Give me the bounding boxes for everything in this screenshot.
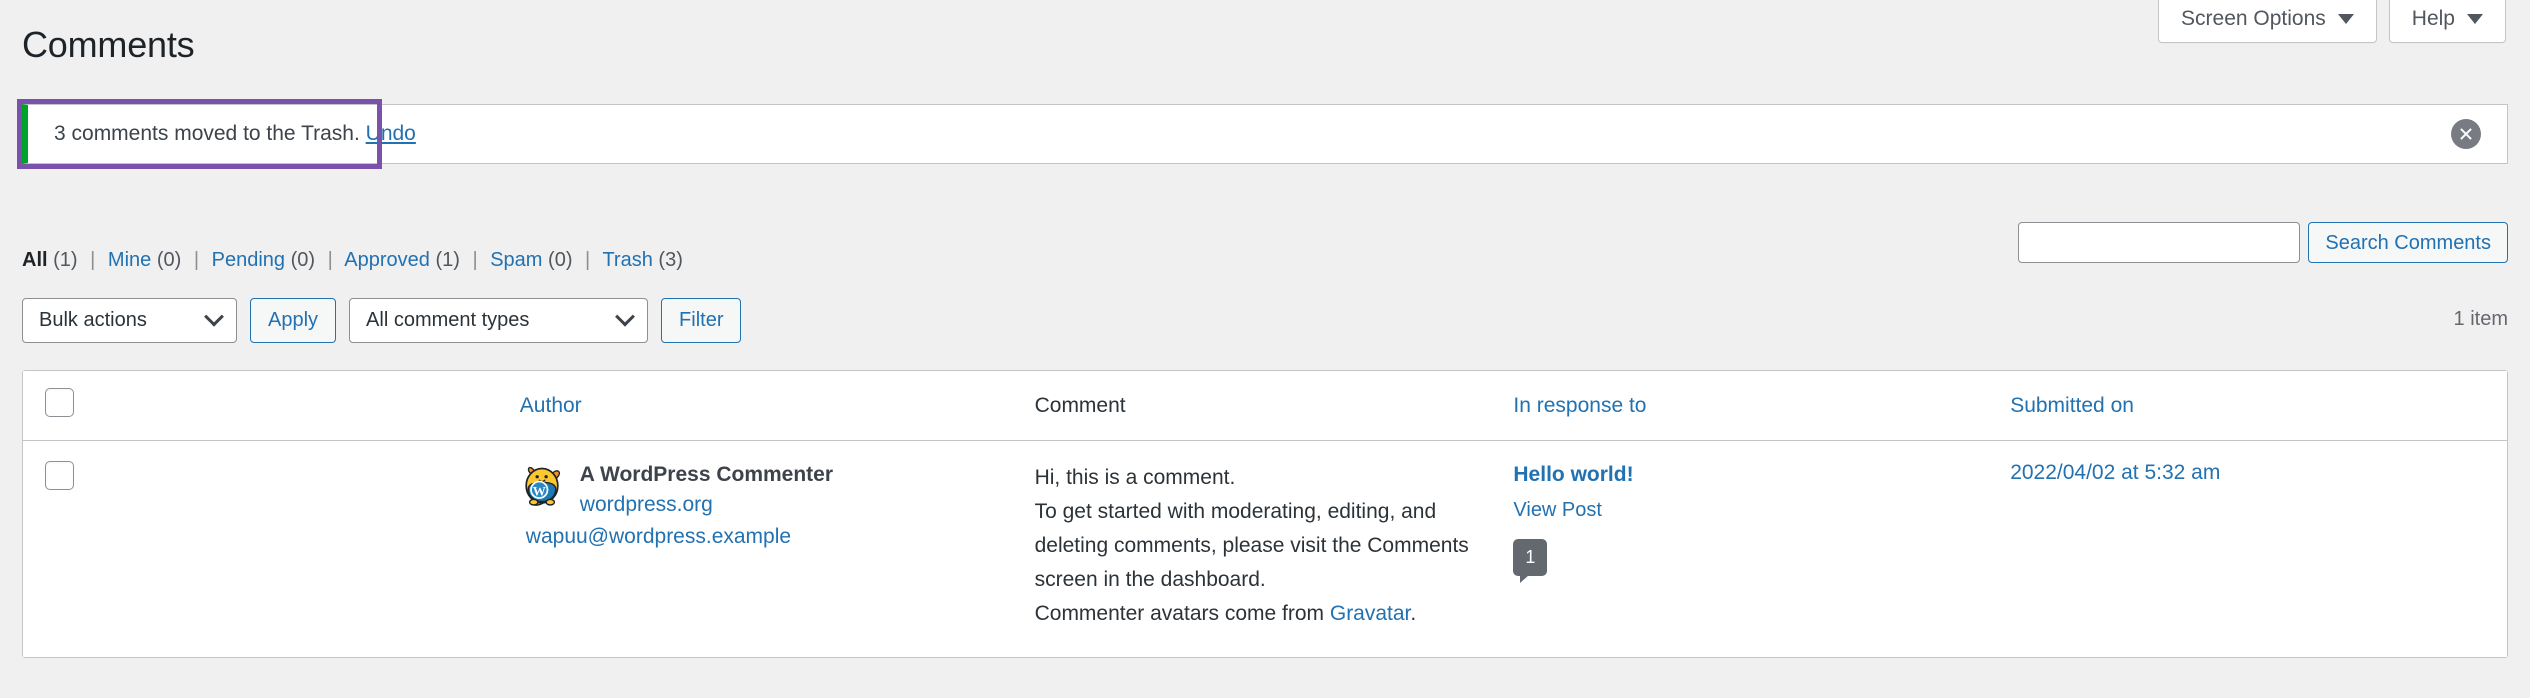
filter-count-mine: (0)	[156, 249, 182, 271]
sort-date-link[interactable]: Submitted on	[2010, 394, 2134, 417]
filter-link-all[interactable]: All	[22, 249, 48, 271]
chevron-down-icon	[204, 306, 224, 327]
comment-types-select[interactable]: All comment types	[349, 298, 649, 343]
comment-types-label: All comment types	[366, 309, 530, 331]
filter-button[interactable]: Filter	[661, 298, 742, 343]
comment-line-3-prefix: Commenter avatars come from	[1034, 602, 1330, 626]
comments-table: Author Comment In response to Submitted …	[22, 370, 2508, 659]
filter-count-approved: (1)	[435, 249, 460, 271]
table-body: W A WordPress Commenter wordpress.org wa…	[23, 441, 2507, 658]
undo-link[interactable]: Undo	[366, 122, 416, 145]
help-tab[interactable]: Help	[2388, 0, 2506, 43]
row-select-cell	[23, 441, 520, 658]
column-header-response: In response to	[1513, 371, 2011, 441]
column-header-date: Submitted on	[2010, 371, 2507, 441]
notice-message-text: 3 comments moved to the Trash.	[54, 122, 360, 146]
filter-count-spam: (0)	[548, 249, 573, 271]
gravatar-link[interactable]: Gravatar	[1330, 602, 1411, 625]
filter-separator: |	[327, 249, 333, 271]
filter-separator: |	[472, 249, 478, 271]
table-row: W A WordPress Commenter wordpress.org wa…	[23, 441, 2507, 658]
search-box: Search Comments	[2018, 222, 2508, 263]
chevron-down-icon	[2337, 13, 2354, 24]
bulk-actions-select[interactable]: Bulk actions	[22, 298, 237, 343]
notice-dismiss-button[interactable]	[2451, 119, 2481, 149]
select-all-checkbox[interactable]	[45, 388, 74, 417]
row-checkbox[interactable]	[45, 461, 74, 490]
close-icon	[2460, 128, 2472, 140]
comment-line-3: Commenter avatars come from Gravatar.	[1035, 597, 1514, 631]
notice-message: 3 comments moved to the Trash. Undo	[28, 118, 416, 150]
select-all-header	[23, 371, 520, 441]
date-cell: 2022/04/02 at 5:32 am	[2010, 441, 2507, 658]
submitted-on-link[interactable]: 2022/04/02 at 5:32 am	[2010, 461, 2220, 484]
response-post-link[interactable]: Hello world!	[1513, 461, 2010, 488]
filter-link-mine[interactable]: Mine	[108, 249, 151, 271]
apply-button[interactable]: Apply	[250, 298, 337, 343]
comment-count-bubble[interactable]: 1	[1513, 539, 1548, 584]
filter-separator: |	[193, 249, 200, 271]
column-header-comment: Comment	[1016, 371, 1514, 441]
filter-link-approved[interactable]: Approved	[344, 249, 430, 271]
comment-line-2: To get started with moderating, editing,…	[1034, 500, 1469, 592]
filter-link-trash[interactable]: Trash	[602, 249, 652, 271]
svg-text:W: W	[533, 483, 546, 498]
table-head: Author Comment In response to Submitted …	[23, 371, 2507, 441]
author-email-link[interactable]: wapuu@wordpress.example	[526, 521, 833, 553]
help-label: Help	[2411, 7, 2455, 30]
comment-cell: Hi, this is a comment. To get started wi…	[1016, 441, 1514, 658]
chevron-down-icon	[615, 306, 635, 327]
author-site-link[interactable]: wordpress.org	[580, 489, 833, 521]
filter-link-pending[interactable]: Pending	[212, 249, 285, 271]
wapuu-avatar: W	[525, 466, 560, 506]
sort-response-link[interactable]: In response to	[1513, 394, 1646, 417]
comment-line-3-suffix: .	[1410, 602, 1417, 626]
bulk-actions-label: Bulk actions	[39, 309, 147, 331]
author-cell: W A WordPress Commenter wordpress.org wa…	[519, 441, 1017, 658]
filter-count-all: (1)	[53, 249, 78, 271]
filter-count-pending: (0)	[290, 249, 316, 271]
sort-author-link[interactable]: Author	[520, 394, 582, 417]
search-comments-button[interactable]: Search Comments	[2308, 222, 2508, 263]
view-post-link[interactable]: View Post	[1513, 497, 2010, 523]
comment-line-1: Hi, this is a comment.	[1034, 466, 1236, 489]
chevron-down-icon	[2467, 13, 2483, 24]
screen-options-tab[interactable]: Screen Options	[2158, 0, 2377, 43]
column-header-author: Author	[519, 371, 1017, 441]
filter-link-spam[interactable]: Spam	[490, 249, 542, 271]
screen-meta-links: Screen Options Help	[2158, 0, 2506, 43]
author-name: A WordPress Commenter	[579, 463, 834, 486]
status-filter-links: All (1) | Mine (0) | Pending (0) | Appro…	[22, 250, 683, 270]
displaying-num: 1 item	[2453, 308, 2508, 330]
filter-separator: |	[90, 249, 96, 271]
screen-options-label: Screen Options	[2181, 7, 2326, 30]
table-nav-top: Bulk actions Apply All comment types Fil…	[22, 298, 742, 343]
table-header-row: Author Comment In response to Submitted …	[23, 371, 2507, 441]
trash-notice: 3 comments moved to the Trash. Undo	[22, 104, 2508, 164]
search-input[interactable]	[2018, 222, 2301, 263]
response-cell: Hello world! View Post 1	[1513, 441, 2011, 658]
filter-separator: |	[585, 249, 591, 271]
filter-count-trash: (3)	[658, 249, 683, 271]
page-title: Comments	[22, 24, 195, 65]
notice-region: 3 comments moved to the Trash. Undo	[17, 99, 2508, 169]
